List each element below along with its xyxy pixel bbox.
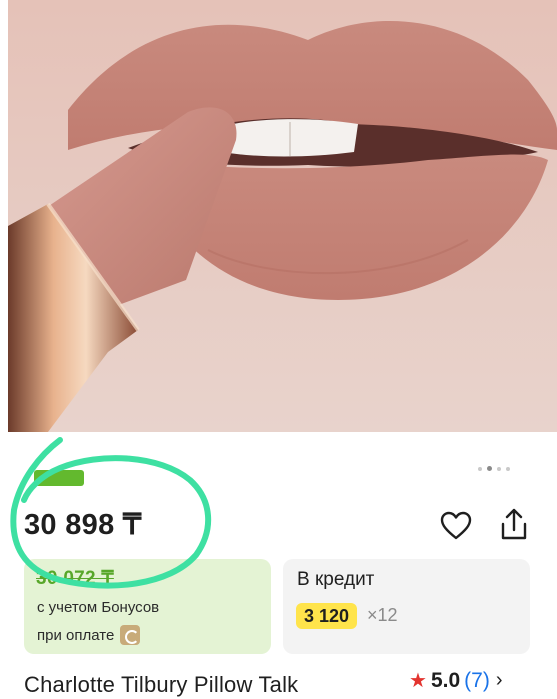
credit-term: ×12 (367, 605, 398, 625)
share-icon (501, 508, 527, 540)
bonus-price-card[interactable]: 30 072 ₸ с учетом Бонусов при оплате (24, 559, 271, 654)
chevron-right-icon: › (495, 669, 503, 691)
share-button[interactable] (497, 506, 531, 542)
favorite-button[interactable] (440, 511, 472, 541)
rating-value: 5.0 (430, 668, 461, 692)
bonus-price: 30 072 ₸ (36, 568, 114, 589)
product-title: Charlotte Tilbury Pillow Talk (24, 672, 299, 697)
gallery-dot-active[interactable] (487, 466, 492, 471)
star-icon: ★ (409, 670, 427, 692)
gallery-dot[interactable] (506, 466, 510, 471)
bonus-caption-line2: при оплате (37, 625, 141, 645)
gallery-pagination[interactable] (478, 466, 510, 471)
lipstick-illustration (8, 0, 557, 432)
current-price: 30 898 ₸ (24, 509, 142, 541)
credit-title: В кредит (297, 569, 375, 590)
review-count[interactable]: (7) (464, 669, 490, 693)
credit-monthly-amount: 3 120 (296, 603, 358, 629)
gallery-dot[interactable] (478, 466, 482, 471)
bonus-caption-text: при оплате (37, 626, 115, 644)
heart-icon (440, 511, 472, 540)
gallery-dot[interactable] (497, 466, 501, 471)
bonus-caption-line1: с учетом Бонусов (37, 599, 160, 616)
rating-link[interactable]: ★ 5.0 (7) › (409, 668, 502, 693)
product-image[interactable] (8, 0, 557, 432)
kaspi-bonus-icon (120, 625, 141, 645)
credit-card[interactable]: В кредит 3 120 ×12 (283, 559, 530, 654)
promo-badge (34, 470, 84, 486)
